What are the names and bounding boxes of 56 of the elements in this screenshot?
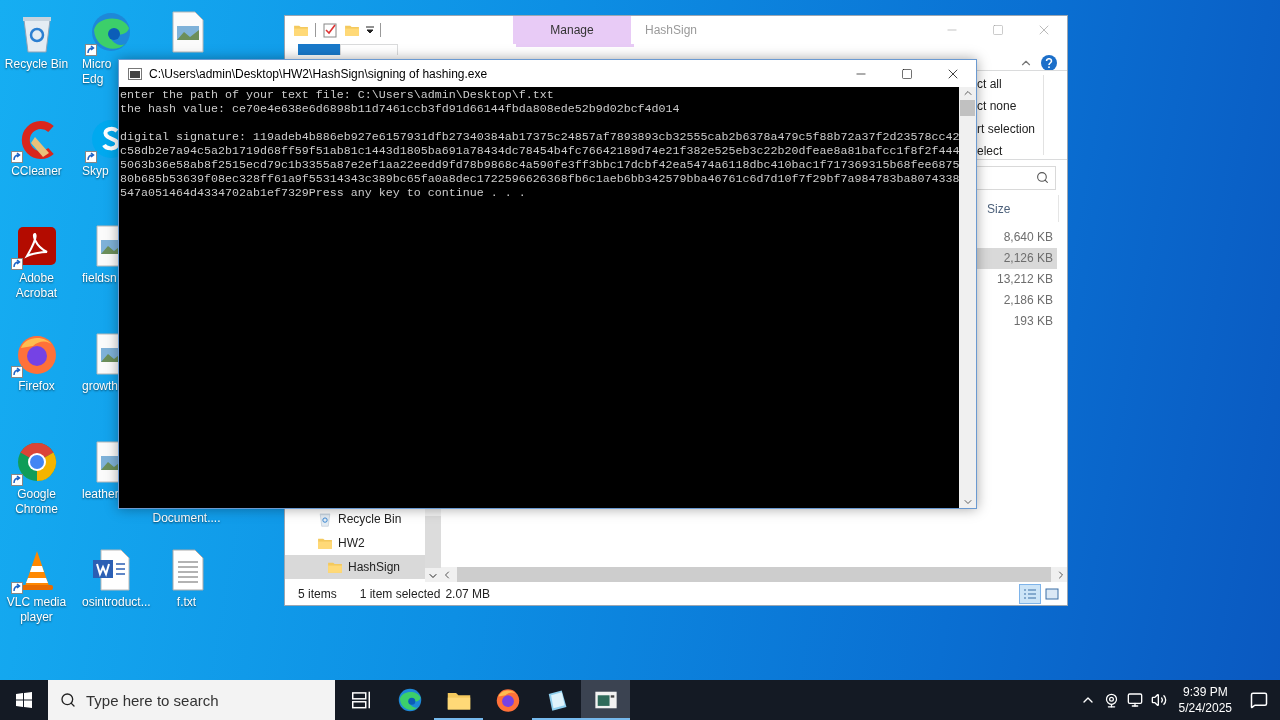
maximize-icon[interactable] [901, 67, 913, 80]
console-output-line: digital signature: 119adeb4b886eb927e6157931dfb27340384ab17375c24857af7893893cb32555cab2b6378a479c5f88b72a37f2d23578cc42 [120, 130, 960, 144]
ribbon-command[interactable]: elect [977, 139, 1043, 163]
shortcut-label[interactable]: Google Chrome [15, 487, 58, 517]
globe-logo-icon [494, 687, 521, 713]
recycle-bin-icon [317, 511, 333, 527]
console-output-line: the hash value: ce70e4e638e6d6898b11d7461ccb3fd91d66144fbda808ede52b9d02bcf4d014 [120, 102, 681, 116]
camera-icon[interactable] [1103, 692, 1119, 708]
ribbon-command[interactable]: ct none [977, 95, 1043, 118]
scrollbar-thumb[interactable] [457, 567, 1051, 582]
file-row[interactable]: 2,186 KB [976, 290, 1057, 311]
shortcut-label[interactable]: Document.... [152, 511, 221, 526]
file-row[interactable]: 2,126 KB [976, 248, 1057, 269]
ribbon-command[interactable]: ct all [977, 73, 1043, 96]
nav-item[interactable]: Recycle Bin [285, 507, 425, 531]
console-output-line: 547a051464d4334702ab1ef7329Press any key to continue . . . [120, 186, 527, 200]
console-output-line: 80b685b53639f08ec328ff61a9f55314343c389bc65fa0a8dec1722596626368fb6c1aeb6bb342579bba46761c6d7d10f7f29bf7a984783ba8074338 [120, 172, 960, 186]
console-output-line: enter the path of your text file: C:\Users\admin\Desktop\f.txt [120, 88, 555, 102]
notifications-icon[interactable] [1250, 691, 1268, 709]
shortcut-label[interactable]: Skyp [73, 164, 109, 179]
search-field[interactable]: Type here to search [48, 680, 335, 720]
file-row[interactable]: 193 KB [976, 311, 1057, 332]
volume-icon[interactable] [1150, 692, 1167, 708]
caret-icon[interactable] [366, 26, 374, 34]
search-icon [1036, 171, 1049, 184]
search-icon [60, 692, 76, 708]
ribbon-command[interactable]: rt selection [977, 117, 1043, 140]
file-row[interactable]: 13,212 KB [976, 269, 1057, 290]
selection-status: 1 item selected [359, 586, 441, 601]
network-icon[interactable] [1126, 692, 1143, 708]
console-icon [128, 67, 142, 80]
console-output-line: 5063b36e58ab8f2515ecd79c1b3355a87e2ef1aa22eedd9fd78b9868c4a590fe3ff3bbc17dcbf42ea5474a6118dbc410bac1f717369315b68fee6875 [120, 158, 960, 172]
scrollbar-thumb[interactable] [960, 100, 976, 116]
window-title: HashSign [644, 22, 699, 39]
taskbar-app-button[interactable] [581, 680, 630, 720]
console-output-line: c58db2e7a94c5a2b1719d68ff59f51ab81c1443d1805ba691a78434dc78454b4fc76642189d74e21f382e525eb3c22b20dfeae8a81bafcc1f8f2f444 [120, 144, 960, 158]
nav-item[interactable]: HW2 [285, 531, 425, 555]
shortcut-label[interactable]: f.txt [176, 595, 197, 610]
shortcut-label[interactable]: growth [73, 379, 119, 394]
windows-logo-icon[interactable] [16, 692, 32, 708]
wave-logo-icon [396, 687, 423, 713]
checklist-icon[interactable] [322, 22, 338, 38]
shortcut-label[interactable]: Micro Edg [73, 57, 112, 87]
context-tab[interactable]: Manage [513, 16, 631, 44]
shortcut-label[interactable]: fieldsn [73, 271, 117, 286]
window-title: C:\Users\admin\Desktop\HW2\HashSign\signing of hashing.exe [148, 65, 489, 83]
nav-item[interactable]: HashSign [285, 555, 425, 579]
shortcut-label[interactable]: osintroduct... [73, 595, 151, 610]
help-icon[interactable] [1041, 54, 1057, 71]
shortcut-label[interactable]: leather [73, 487, 119, 502]
scrollbar-thumb[interactable] [425, 516, 441, 568]
selection-size: 2.07 MB [445, 586, 491, 601]
item-count: 5 items [298, 586, 337, 601]
file-row[interactable]: 8,640 KB [976, 227, 1057, 248]
clock[interactable]: 9:39 PM 5/24/2025 [1178, 684, 1232, 716]
shortcut-label[interactable]: VLC media player [6, 595, 67, 625]
